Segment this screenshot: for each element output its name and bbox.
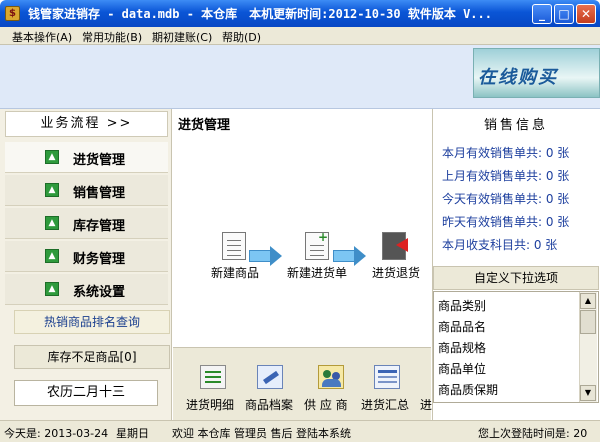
flow-arrow [249, 250, 271, 262]
low-stock-products[interactable]: 库存不足商品[0] [14, 345, 170, 369]
nav-item-sales[interactable]: ▲ 销售管理 [5, 175, 168, 206]
status-welcome: 欢迎 本仓库 管理员 售后 登陆本系统 [172, 427, 351, 440]
sales-last-month[interactable]: 上月有效销售单共: 0 张 [442, 167, 569, 184]
status-bar: 今天是: 2013-03-24 星期日 欢迎 本仓库 管理员 售后 登陆本系统 … [0, 420, 600, 442]
status-date: 今天是: 2013-03-24 [4, 427, 109, 440]
banner-text: 在线购买 [478, 67, 558, 88]
new-purchase-order-label[interactable]: 新建进货单 [281, 264, 353, 281]
nav-item-purchase[interactable]: ▲ 进货管理 [5, 142, 168, 173]
close-button[interactable]: ✕ [576, 4, 596, 24]
product-archive-button[interactable]: 商品档案 [245, 396, 293, 413]
nav-item-label: 进货管理 [73, 153, 126, 168]
list-item[interactable]: 商品单位 [438, 360, 486, 377]
more-button-partial[interactable]: 进 [420, 396, 432, 413]
purchase-detail-button[interactable]: 进货明细 [186, 396, 234, 413]
buy-online-banner[interactable]: 在线购买 [473, 48, 600, 98]
nav-item-label: 库存管理 [73, 219, 126, 234]
nav-item-settings[interactable]: ▲ 系统设置 [5, 274, 168, 305]
nav-item-finance[interactable]: ▲ 财务管理 [5, 241, 168, 272]
maximize-button[interactable]: □ [554, 4, 574, 24]
scroll-thumb[interactable] [580, 310, 596, 334]
list-item[interactable]: 商品质保期 [438, 381, 498, 398]
tools-icon[interactable] [257, 365, 283, 389]
flow-arrow-head [354, 246, 366, 266]
hot-products-query[interactable]: 热销商品排名查询 [14, 310, 170, 334]
plus-icon: + [318, 230, 329, 244]
lunar-date: 农历二月十三 [14, 380, 158, 406]
purchase-return-button[interactable] [382, 232, 408, 260]
sales-this-month[interactable]: 本月有效销售单共: 0 张 [442, 144, 569, 161]
flow-arrow-head [270, 246, 282, 266]
sales-yesterday[interactable]: 昨天有效销售单共: 0 张 [442, 213, 569, 230]
purchase-return-label[interactable]: 进货退货 [366, 264, 426, 281]
menu-bar: 基本操作(A) 常用功能(B) 期初建账(C) 帮助(D) [0, 27, 600, 45]
users-icon[interactable] [318, 365, 344, 389]
workflow-header[interactable]: 业务流程 >> [5, 111, 168, 137]
up-arrow-icon: ▲ [45, 183, 59, 197]
scroll-down-icon[interactable]: ▼ [580, 385, 596, 401]
minimize-button[interactable]: _ [532, 4, 552, 24]
menu-help[interactable]: 帮助(D) [222, 29, 261, 45]
up-arrow-icon: ▲ [45, 150, 59, 164]
list-item[interactable]: 商品类别 [438, 297, 486, 314]
menu-initial-accounts[interactable]: 期初建账(C) [152, 29, 212, 45]
income-expense-this-month[interactable]: 本月收支科目共: 0 张 [442, 236, 557, 253]
new-product-button[interactable] [222, 232, 246, 260]
up-arrow-icon: ▲ [45, 249, 59, 263]
nav-item-label: 系统设置 [73, 285, 126, 300]
up-arrow-icon: ▲ [45, 282, 59, 296]
new-product-label[interactable]: 新建商品 [205, 264, 265, 281]
list-icon[interactable] [200, 365, 226, 389]
title-bar: $ 钱管家进销存 - data.mdb - 本仓库 本机更新时间:2012-10… [0, 0, 600, 27]
nav-item-label: 财务管理 [73, 252, 126, 267]
list-item[interactable]: 商品品名 [438, 318, 486, 335]
flow-arrow [333, 250, 355, 262]
app-icon: $ [5, 6, 20, 21]
menu-common-functions[interactable]: 常用功能(B) [82, 29, 142, 45]
up-arrow-icon: ▲ [45, 216, 59, 230]
custom-dropdown-list: 商品类别 商品品名 商品规格 商品单位 商品质保期 [433, 291, 599, 403]
sales-info-title: 销售信息 [483, 118, 548, 133]
menu-basic-ops[interactable]: 基本操作(A) [12, 29, 72, 45]
status-last-login: 您上次登陆时间是: 20 [478, 427, 588, 440]
document-icon [222, 232, 246, 260]
nav-item-inventory[interactable]: ▲ 库存管理 [5, 208, 168, 239]
window-title: 钱管家进销存 - data.mdb - 本仓库 本机更新时间:2012-10-3… [28, 7, 492, 21]
nav-item-label: 销售管理 [73, 186, 126, 201]
status-weekday: 星期日 [116, 427, 149, 440]
custom-dropdown-title: 自定义下拉选项 [433, 266, 599, 290]
sales-today[interactable]: 今天有效销售单共: 0 张 [442, 190, 569, 207]
table-icon[interactable] [374, 365, 400, 389]
purchase-summary-button[interactable]: 进货汇总 [361, 396, 409, 413]
new-purchase-order-button[interactable]: + [305, 230, 331, 260]
page-title: 进货管理 [178, 118, 231, 133]
supplier-button[interactable]: 供 应 商 [304, 396, 348, 413]
scroll-up-icon[interactable]: ▲ [580, 293, 596, 309]
list-item[interactable]: 商品规格 [438, 339, 486, 356]
